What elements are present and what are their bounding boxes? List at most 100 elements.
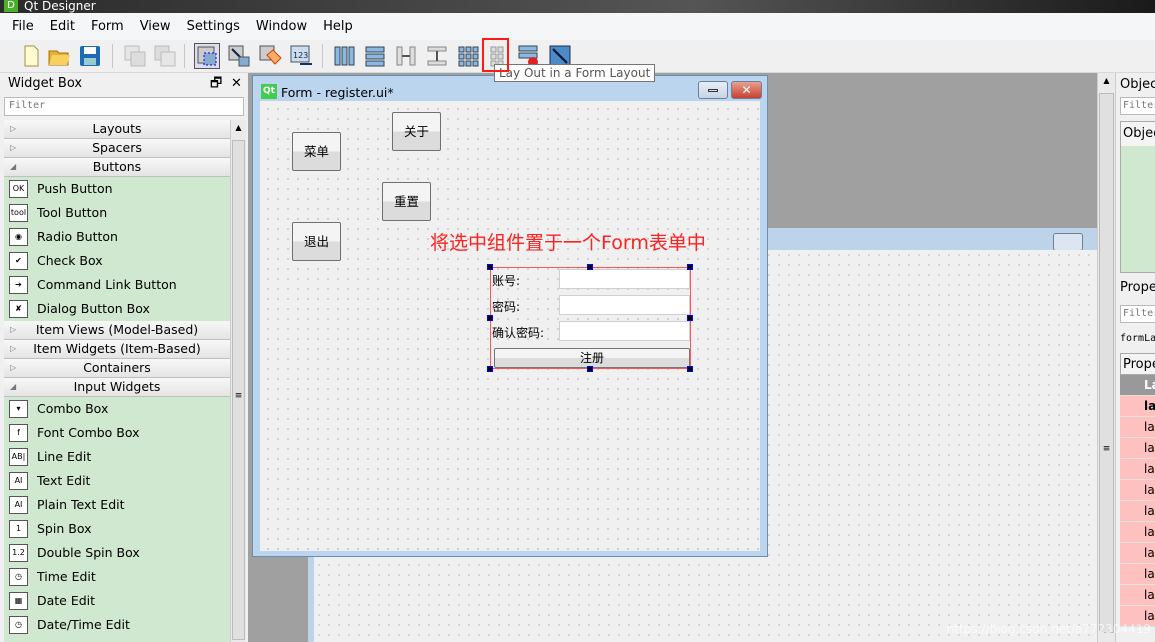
- widget-item[interactable]: ✘ Dialog Button Box: [4, 297, 230, 321]
- resize-handle[interactable]: [687, 264, 693, 270]
- widget-category[interactable]: ▷ Item Widgets (Item-Based): [4, 340, 230, 359]
- resize-handle[interactable]: [687, 315, 693, 321]
- float-icon[interactable]: 🗗: [210, 75, 222, 93]
- save-icon[interactable]: [77, 43, 103, 69]
- layout-h-splitter-icon[interactable]: [393, 43, 419, 69]
- widget-label: Date/Time Edit: [37, 617, 130, 632]
- reset-push-button[interactable]: 重置: [382, 182, 431, 221]
- confirm-password-line-edit[interactable]: [559, 321, 690, 341]
- property-filter-input[interactable]: Filter: [1120, 305, 1155, 323]
- property-row[interactable]: lay: [1120, 564, 1155, 585]
- mdi-scrollbar[interactable]: ▲ ≡: [1097, 73, 1115, 642]
- expanded-arrow-icon[interactable]: ◢: [10, 378, 16, 396]
- menu-form[interactable]: Form: [83, 19, 132, 34]
- widget-category[interactable]: ▷ Item Views (Model-Based): [4, 321, 230, 340]
- layout-horizontal-icon[interactable]: [331, 43, 357, 69]
- layout-grid-icon[interactable]: [455, 43, 481, 69]
- bring-to-front-icon: [122, 43, 148, 69]
- close-icon[interactable]: ✕: [231, 75, 242, 93]
- menu-bar: File Edit Form View Settings Window Help: [0, 13, 1155, 40]
- menu-file[interactable]: File: [4, 19, 42, 34]
- widget-category[interactable]: ◢ Buttons: [4, 158, 230, 177]
- menu-edit[interactable]: Edit: [42, 19, 83, 34]
- widget-item[interactable]: f Font Combo Box: [4, 421, 230, 445]
- tooltip-highlight-box: [482, 38, 509, 72]
- form-window-title: Form - register.ui*: [281, 85, 394, 100]
- widget-item[interactable]: 1 Spin Box: [4, 517, 230, 541]
- open-folder-icon[interactable]: [46, 43, 72, 69]
- edit-tab-order-icon[interactable]: 123: [288, 43, 314, 69]
- object-tree[interactable]: Objec: [1120, 121, 1155, 273]
- collapsed-arrow-icon[interactable]: ▷: [10, 359, 16, 377]
- password-line-edit[interactable]: [559, 295, 690, 315]
- widget-item[interactable]: OK Push Button: [4, 177, 230, 201]
- resize-handle[interactable]: [487, 366, 493, 372]
- account-line-edit[interactable]: [559, 269, 690, 289]
- widget-item[interactable]: tool Tool Button: [4, 201, 230, 225]
- collapsed-arrow-icon[interactable]: ▷: [10, 340, 16, 358]
- property-row[interactable]: lay: [1120, 522, 1155, 543]
- resize-handle[interactable]: [487, 315, 493, 321]
- property-group[interactable]: La: [1120, 375, 1155, 396]
- edit-buddies-icon[interactable]: [257, 43, 283, 69]
- menu-view[interactable]: View: [132, 19, 179, 34]
- widget-item[interactable]: ◷ Time Edit: [4, 565, 230, 589]
- widget-item[interactable]: ◉ Radio Button: [4, 225, 230, 249]
- menu-help[interactable]: Help: [315, 19, 361, 34]
- collapsed-arrow-icon[interactable]: ▷: [10, 321, 16, 339]
- layout-v-splitter-icon[interactable]: [424, 43, 450, 69]
- property-row[interactable]: lay: [1120, 417, 1155, 438]
- widget-list-scrollbar[interactable]: ▲ ≡: [230, 120, 246, 642]
- resize-handle[interactable]: [687, 366, 693, 372]
- object-inspector-title: Objec: [1120, 77, 1155, 92]
- close-button[interactable]: ✕: [731, 81, 762, 99]
- widget-filter-input[interactable]: Filter: [4, 97, 244, 116]
- widget-item[interactable]: 1.2 Double Spin Box: [4, 541, 230, 565]
- minimize-button[interactable]: [1053, 233, 1083, 251]
- widget-item[interactable]: ➔ Command Link Button: [4, 273, 230, 297]
- widget-item[interactable]: ▦ Date Edit: [4, 589, 230, 613]
- property-row[interactable]: lay: [1120, 480, 1155, 501]
- new-file-icon[interactable]: [18, 43, 44, 69]
- property-row[interactable]: lay: [1120, 585, 1155, 606]
- layout-vertical-icon[interactable]: [362, 43, 388, 69]
- property-row[interactable]: lay: [1120, 396, 1155, 417]
- menu-push-button[interactable]: 菜单: [292, 132, 341, 171]
- form-layout[interactable]: 账号: 密码: 确认密码: 注册: [487, 264, 693, 372]
- confirm-password-label: 确认密码:: [492, 326, 545, 340]
- widget-item[interactable]: AI Plain Text Edit: [4, 493, 230, 517]
- minimize-button[interactable]: [698, 81, 728, 99]
- menu-settings[interactable]: Settings: [179, 19, 248, 34]
- widget-item[interactable]: AB| Line Edit: [4, 445, 230, 469]
- widget-item[interactable]: AI Text Edit: [4, 469, 230, 493]
- widget-item[interactable]: ▾ Combo Box: [4, 397, 230, 421]
- widget-category[interactable]: ◢ Input Widgets: [4, 378, 230, 397]
- collapsed-arrow-icon[interactable]: ▷: [10, 139, 16, 157]
- resize-handle[interactable]: [487, 264, 493, 270]
- menu-window[interactable]: Window: [248, 19, 315, 34]
- property-row[interactable]: lay: [1120, 501, 1155, 522]
- widget-category[interactable]: ▷ Layouts: [4, 120, 230, 139]
- register-button[interactable]: 注册: [494, 348, 690, 368]
- category-label: Item Views (Model-Based): [35, 322, 199, 337]
- exit-push-button[interactable]: 退出: [292, 222, 341, 261]
- resize-handle[interactable]: [587, 366, 593, 372]
- edit-widgets-icon[interactable]: [194, 43, 220, 69]
- widget-label: Double Spin Box: [37, 545, 140, 560]
- widget-item[interactable]: ✔ Check Box: [4, 249, 230, 273]
- property-row[interactable]: lay: [1120, 438, 1155, 459]
- object-filter-input[interactable]: Filter: [1120, 97, 1155, 115]
- widget-icon: 1.2: [9, 544, 28, 562]
- property-row[interactable]: lay: [1120, 459, 1155, 480]
- about-push-button[interactable]: 关于: [392, 112, 441, 151]
- widget-label: Plain Text Edit: [37, 497, 125, 512]
- widget-item[interactable]: ◷ Date/Time Edit: [4, 613, 230, 637]
- property-row[interactable]: lay: [1120, 543, 1155, 564]
- widget-category[interactable]: ▷ Spacers: [4, 139, 230, 158]
- edit-signals-icon[interactable]: [226, 43, 252, 69]
- expanded-arrow-icon[interactable]: ◢: [10, 158, 16, 176]
- widget-label: Spin Box: [37, 521, 92, 536]
- collapsed-arrow-icon[interactable]: ▷: [10, 120, 16, 138]
- widget-category[interactable]: ▷ Containers: [4, 359, 230, 378]
- resize-handle[interactable]: [587, 264, 593, 270]
